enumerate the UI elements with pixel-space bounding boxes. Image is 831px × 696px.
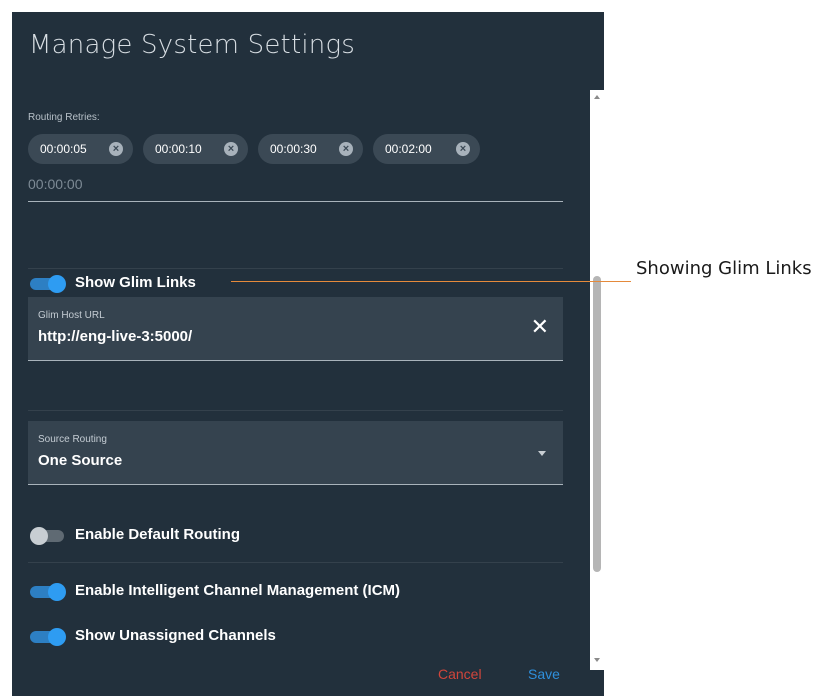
toggle-knob bbox=[48, 583, 66, 601]
close-icon[interactable]: ✕ bbox=[531, 316, 549, 338]
callout-text: Showing Glim Links bbox=[636, 258, 812, 279]
scrollbar[interactable] bbox=[590, 90, 604, 670]
routing-retries-underline bbox=[28, 201, 563, 202]
scroll-down-arrow-icon[interactable] bbox=[594, 658, 600, 662]
dialog-content[interactable]: Routing Retries: 00:00:05 × 00:00:10 × 0… bbox=[12, 12, 604, 696]
show-glim-links-toggle[interactable] bbox=[30, 275, 66, 293]
retry-chip-label: 00:02:00 bbox=[385, 142, 432, 156]
retry-chip-label: 00:00:10 bbox=[155, 142, 202, 156]
show-glim-links-label: Show Glim Links bbox=[75, 274, 196, 291]
divider bbox=[28, 562, 563, 563]
dropdown-arrow-icon[interactable] bbox=[538, 451, 546, 456]
source-routing-select[interactable]: Source Routing One Source bbox=[28, 421, 563, 485]
save-button[interactable]: Save bbox=[528, 666, 560, 682]
show-unassigned-channels-label: Show Unassigned Channels bbox=[75, 627, 276, 644]
glim-host-url-field[interactable]: Glim Host URL http://eng-live-3:5000/ ✕ bbox=[28, 297, 563, 361]
source-routing-label: Source Routing bbox=[38, 434, 107, 445]
chip-remove-icon[interactable]: × bbox=[224, 142, 238, 156]
scrollbar-thumb[interactable] bbox=[593, 276, 601, 572]
show-unassigned-channels-toggle[interactable] bbox=[30, 628, 66, 646]
glim-host-url-value[interactable]: http://eng-live-3:5000/ bbox=[38, 328, 192, 345]
chip-remove-icon[interactable]: × bbox=[339, 142, 353, 156]
source-routing-value: One Source bbox=[38, 452, 123, 469]
glim-host-url-label: Glim Host URL bbox=[38, 310, 105, 321]
divider bbox=[28, 410, 563, 411]
callout-line bbox=[231, 281, 631, 282]
enable-default-routing-label: Enable Default Routing bbox=[75, 526, 240, 543]
scroll-up-arrow-icon[interactable] bbox=[594, 95, 600, 99]
enable-icm-toggle[interactable] bbox=[30, 583, 66, 601]
chip-remove-icon[interactable]: × bbox=[456, 142, 470, 156]
retry-chip[interactable]: 00:00:05 × bbox=[28, 134, 133, 164]
toggle-knob bbox=[48, 628, 66, 646]
enable-icm-label: Enable Intelligent Channel Management (I… bbox=[75, 582, 401, 599]
settings-dialog: Manage System Settings Routing Retries: … bbox=[12, 12, 604, 696]
routing-retries-label: Routing Retries: bbox=[28, 112, 100, 123]
routing-retries-input[interactable]: 00:00:00 bbox=[28, 176, 83, 192]
cancel-button[interactable]: Cancel bbox=[438, 666, 482, 682]
toggle-knob bbox=[48, 275, 66, 293]
retry-chip[interactable]: 00:00:30 × bbox=[258, 134, 363, 164]
chip-remove-icon[interactable]: × bbox=[109, 142, 123, 156]
toggle-knob bbox=[30, 527, 48, 545]
retry-chip[interactable]: 00:00:10 × bbox=[143, 134, 248, 164]
enable-default-routing-toggle[interactable] bbox=[30, 527, 66, 545]
divider bbox=[28, 268, 563, 269]
retry-chip-label: 00:00:05 bbox=[40, 142, 87, 156]
retry-chip-label: 00:00:30 bbox=[270, 142, 317, 156]
retry-chip[interactable]: 00:02:00 × bbox=[373, 134, 480, 164]
